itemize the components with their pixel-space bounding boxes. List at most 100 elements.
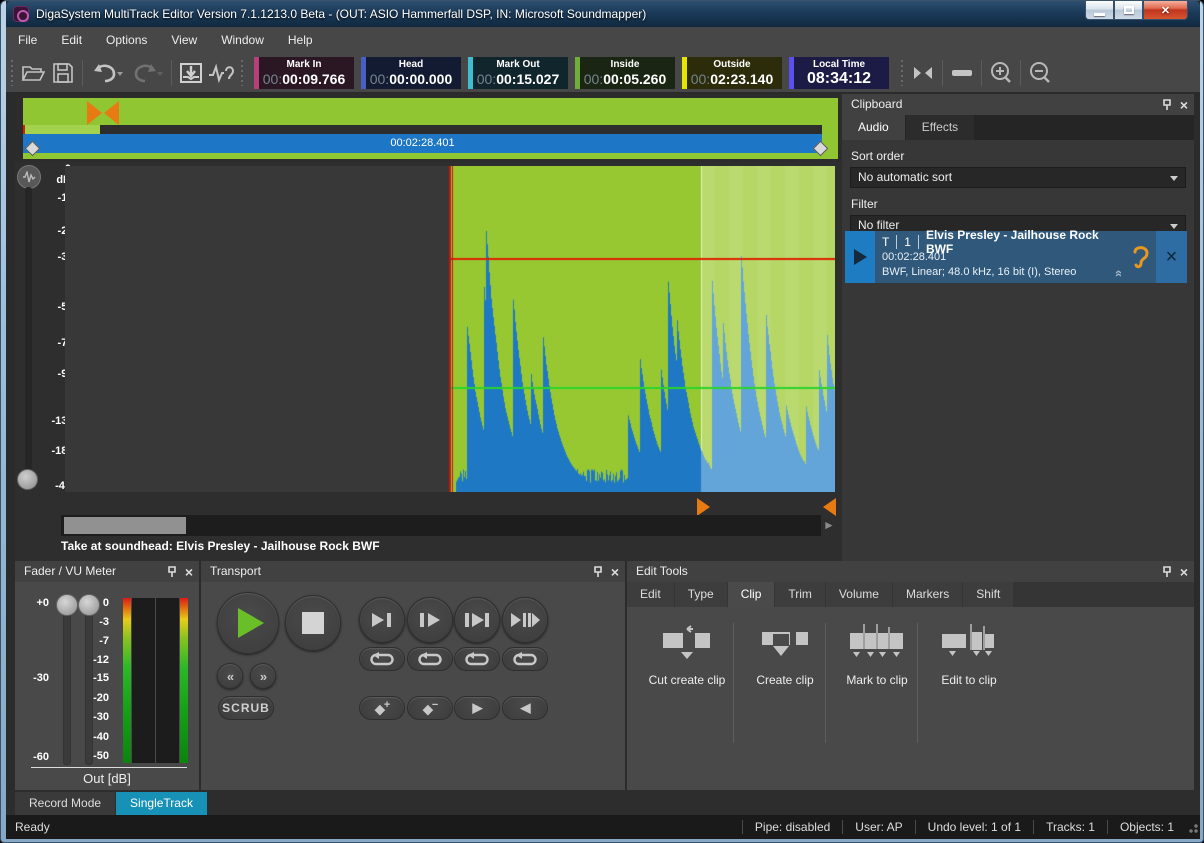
track-overview[interactable]: 00:02:28.401 — [15, 94, 846, 162]
fader-left-track[interactable] — [63, 601, 71, 765]
redo-button[interactable] — [127, 59, 167, 87]
tab-record-mode[interactable]: Record Mode — [15, 792, 115, 815]
edit-to-clip-icon — [941, 624, 997, 662]
time-display-inside[interactable]: Inside 00:00:05.260 — [575, 57, 675, 89]
fader-left-knob[interactable] — [56, 594, 78, 616]
cut-create-clip-button[interactable]: Cut create clip — [641, 621, 733, 687]
menu-options[interactable]: Options — [94, 28, 159, 52]
toolbar-grip[interactable] — [9, 60, 15, 86]
open-file-button[interactable] — [18, 59, 48, 87]
loop-play-to-button[interactable] — [359, 647, 405, 671]
panel-close-icon[interactable]: × — [1180, 98, 1188, 112]
menu-file[interactable]: File — [6, 28, 49, 52]
title-bar[interactable]: DigaSystem MultiTrack Editor Version 7.1… — [6, 1, 1200, 27]
play-around-cursor-button[interactable] — [502, 597, 548, 643]
tab-edit[interactable]: Edit — [627, 582, 674, 607]
scrub-button[interactable]: SCRUB — [218, 696, 274, 720]
import-take-button[interactable] — [176, 59, 206, 87]
menu-help[interactable]: Help — [276, 28, 325, 52]
edit-to-clip-button[interactable]: Edit to clip — [923, 621, 1015, 687]
mark-out-marker-icon[interactable] — [823, 498, 836, 516]
menu-view[interactable]: View — [159, 28, 209, 52]
snap-to-marks-button[interactable] — [908, 59, 938, 87]
clip-delete-button[interactable]: × — [1156, 231, 1187, 283]
loop-between-marks-button[interactable] — [454, 647, 500, 671]
loop-play-from-button[interactable] — [407, 647, 453, 671]
overview-mark-in-handle-icon[interactable] — [87, 101, 102, 125]
play-button[interactable] — [217, 592, 279, 654]
overview-take-bar[interactable]: 00:02:28.401 — [23, 134, 822, 153]
vertical-zoom-slider[interactable] — [25, 187, 32, 489]
button-label: Create clip — [739, 673, 831, 687]
waveform-canvas[interactable] — [65, 166, 835, 492]
scroll-right-arrow[interactable]: ► — [823, 518, 835, 532]
panel-close-icon[interactable]: × — [1180, 565, 1188, 579]
tab-type[interactable]: Type — [675, 582, 727, 607]
tab-volume[interactable]: Volume — [826, 582, 892, 607]
sort-order-dropdown[interactable]: No automatic sort — [850, 167, 1186, 188]
panel-close-icon[interactable]: × — [611, 565, 619, 579]
tab-shift[interactable]: Shift — [963, 582, 1013, 607]
mark-in-marker-icon[interactable] — [697, 498, 710, 516]
play-from-cursor-button[interactable] — [407, 597, 453, 643]
resize-grip[interactable] — [1186, 821, 1198, 833]
fader-vu-panel-title[interactable]: Fader / VU Meter × — [15, 561, 199, 582]
forward-button[interactable]: » — [250, 663, 276, 689]
mark-to-clip-button[interactable]: Mark to clip — [831, 621, 923, 687]
rewind-button[interactable]: « — [217, 663, 243, 689]
menu-edit[interactable]: Edit — [49, 28, 94, 52]
tab-singletrack[interactable]: SingleTrack — [116, 792, 207, 815]
tab-audio[interactable]: Audio — [842, 115, 905, 140]
toolbar-grip[interactable] — [239, 60, 245, 86]
maximize-button[interactable] — [1114, 1, 1143, 20]
overview-progress-bar[interactable] — [23, 125, 822, 134]
close-button[interactable]: ✕ — [1143, 1, 1188, 20]
overview-mark-out-handle-icon[interactable] — [104, 101, 119, 125]
pin-icon[interactable] — [593, 566, 603, 578]
clipboard-panel-title[interactable]: Clipboard × — [842, 94, 1194, 115]
panel-close-icon[interactable]: × — [185, 565, 193, 579]
pin-icon[interactable] — [167, 566, 177, 578]
menu-window[interactable]: Window — [209, 28, 276, 52]
minimize-button[interactable] — [1085, 1, 1114, 20]
pin-icon[interactable] — [1162, 566, 1172, 578]
save-button[interactable] — [48, 59, 78, 87]
transport-panel-title[interactable]: Transport × — [201, 561, 625, 582]
next-marker-button[interactable]: ▶ — [454, 696, 500, 720]
waveform-zoom-knob[interactable] — [17, 165, 41, 189]
remove-marker-button[interactable]: ◆− — [407, 696, 453, 720]
tab-effects[interactable]: Effects — [906, 115, 974, 140]
tab-markers[interactable]: Markers — [893, 582, 962, 607]
tab-clip[interactable]: Clip — [728, 582, 775, 607]
create-clip-button[interactable]: Create clip — [739, 621, 831, 687]
clip-prelisten-button[interactable] — [1125, 231, 1156, 283]
play-between-marks-button[interactable] — [454, 597, 500, 643]
time-display-outside[interactable]: Outside 00:02:23.140 — [682, 57, 782, 89]
clip-play-button[interactable] — [845, 231, 875, 283]
loop-selection-button[interactable] — [502, 647, 548, 671]
previous-marker-button[interactable]: ◀ — [502, 696, 548, 720]
edit-tools-panel-title[interactable]: Edit Tools × — [627, 561, 1194, 582]
prelisten-button[interactable] — [206, 59, 236, 87]
add-marker-button[interactable]: ◆+ — [359, 696, 405, 720]
play-to-cursor-button[interactable] — [359, 597, 405, 643]
vertical-zoom-slider-knob[interactable] — [17, 469, 38, 490]
zoom-out-button[interactable] — [1025, 59, 1055, 87]
clip-info[interactable]: T 1 Elvis Presley - Jailhouse Rock BWF 0… — [875, 231, 1125, 283]
time-display-head[interactable]: Head 00:00:00.000 — [361, 57, 461, 89]
time-display-local-time[interactable]: Local Time 08:34:12 — [789, 57, 889, 89]
clipboard-clip-item[interactable]: T 1 Elvis Presley - Jailhouse Rock BWF 0… — [845, 231, 1187, 283]
zoom-in-button[interactable] — [986, 59, 1016, 87]
collapse-chevron-icon[interactable]: » — [1110, 270, 1125, 277]
toolbar-grip[interactable] — [899, 60, 905, 86]
horizontal-scrollbar[interactable] — [61, 515, 821, 536]
stop-button[interactable] — [285, 595, 341, 651]
vu-scale-label: -7 — [83, 635, 109, 647]
time-display-mark-out[interactable]: Mark Out 00:00:15.027 — [468, 57, 568, 89]
scrollbar-thumb[interactable] — [64, 517, 186, 534]
time-display-mark-in[interactable]: Mark In 00:00:09.766 — [254, 57, 354, 89]
pin-icon[interactable] — [1162, 99, 1172, 111]
zoom-fit-button[interactable] — [947, 59, 977, 87]
tab-trim[interactable]: Trim — [775, 582, 825, 607]
undo-button[interactable] — [87, 59, 127, 87]
